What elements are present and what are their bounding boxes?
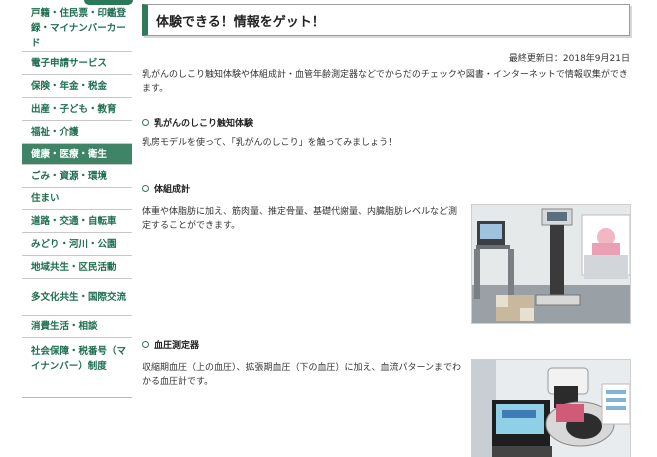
sidebar-item-label: 健康・医療・衛生 (31, 148, 108, 160)
sidebar-item-welfare-care[interactable]: 福祉・介護 (22, 121, 132, 144)
sidebar-item-health-medical[interactable]: 健康・医療・衛生 (22, 144, 132, 165)
sidebar-item-label: ごみ・資源・環境 (31, 170, 108, 182)
sidebar-item-label: 地域共生・区民活動 (31, 261, 117, 273)
sidebar-item-my-number-system[interactable]: 社会保障・税番号（マイナンバー）制度 (22, 338, 132, 397)
page-title: 体験できる！情報をゲット！ (156, 14, 325, 30)
sidebar-item-label: 道路・交通・自転車 (31, 215, 117, 227)
sidebar-nav: 戸籍・住民票・印鑑登録・マイナンバーカード 電子申請サービス 保険・年金・税金 … (22, 0, 133, 398)
section-text-breast-check: 乳房モデルを使って、「乳がんのしこり」を触ってみましょう！ (142, 138, 398, 148)
bullet-circle-icon (142, 341, 149, 348)
blood-pressure-monitor-photo (471, 359, 631, 457)
body-composition-scale-photo (471, 204, 631, 324)
sidebar-item-label: 消費生活・相談 (31, 321, 98, 332)
sidebar-item-childbirth-education[interactable]: 出産・子ども・教育 (22, 98, 132, 121)
section-heading-text: 血圧測定器 (154, 341, 200, 351)
sidebar-item-family-register[interactable]: 戸籍・住民票・印鑑登録・マイナンバーカード (22, 0, 132, 52)
sidebar-item-greenery-parks[interactable]: みどり・河川・公園 (22, 233, 132, 256)
sidebar-item-insurance-pension-tax[interactable]: 保険・年金・税金 (22, 75, 132, 98)
bullet-circle-icon (142, 119, 149, 126)
sidebar-item-label: 出産・子ども・教育 (31, 103, 117, 115)
section-text-body-composition: 体重や体脂肪に加え、筋肉量、推定骨量、基礎代謝量、内臓脂肪レベルなど測定すること… (142, 207, 458, 231)
sidebar-item-multicultural[interactable]: 多文化共生・国際交流 (22, 279, 132, 316)
sidebar-item-label: 保険・年金・税金 (31, 80, 108, 92)
sidebar-item-label: 福祉・介護 (31, 126, 79, 138)
sidebar-item-label: 住まい (31, 193, 60, 204)
sidebar-item-label: 戸籍・住民票・印鑑登録・マイナンバーカード (31, 8, 127, 49)
sidebar-item-consumer-life[interactable]: 消費生活・相談 (22, 316, 132, 338)
sidebar-item-community[interactable]: 地域共生・区民活動 (22, 256, 132, 279)
sidebar-item-label: 多文化共生・国際交流 (31, 291, 127, 303)
sidebar-item-label: 電子申請サービス (31, 57, 108, 69)
section-heading-text: 体組成計 (154, 185, 191, 195)
section-heading-blood-pressure: 血圧測定器 (142, 338, 199, 351)
sidebar-top-tab (84, 0, 133, 5)
section-heading-body-composition: 体組成計 (142, 182, 190, 195)
section-text-blood-pressure: 収縮期血圧（上の血圧）、拡張期血圧（下の血圧）に加え、血流パターンまでわかる血圧… (142, 363, 462, 387)
intro-text: 乳がんのしこり触知体験や体組成計・血管年齢測定器などでからだのチェックや図書・イ… (142, 70, 628, 94)
last-updated: 最終更新日：2018年9月21日 (508, 54, 630, 64)
sidebar-item-label: 社会保障・税番号（マイナンバー）制度 (31, 346, 127, 372)
page-title-box: 体験できる！情報をゲット！ (142, 4, 630, 36)
sidebar-item-housing[interactable]: 住まい (22, 188, 132, 210)
bullet-circle-icon (142, 185, 149, 192)
sidebar-item-garbage-environment[interactable]: ごみ・資源・環境 (22, 165, 132, 188)
section-heading-breast-check: 乳がんのしこり触知体験 (142, 116, 253, 129)
sidebar-item-e-application[interactable]: 電子申請サービス (22, 52, 132, 75)
sidebar-item-label: みどり・河川・公園 (31, 238, 117, 250)
sidebar-item-roads-traffic[interactable]: 道路・交通・自転車 (22, 210, 132, 233)
section-heading-text: 乳がんのしこり触知体験 (154, 119, 254, 129)
